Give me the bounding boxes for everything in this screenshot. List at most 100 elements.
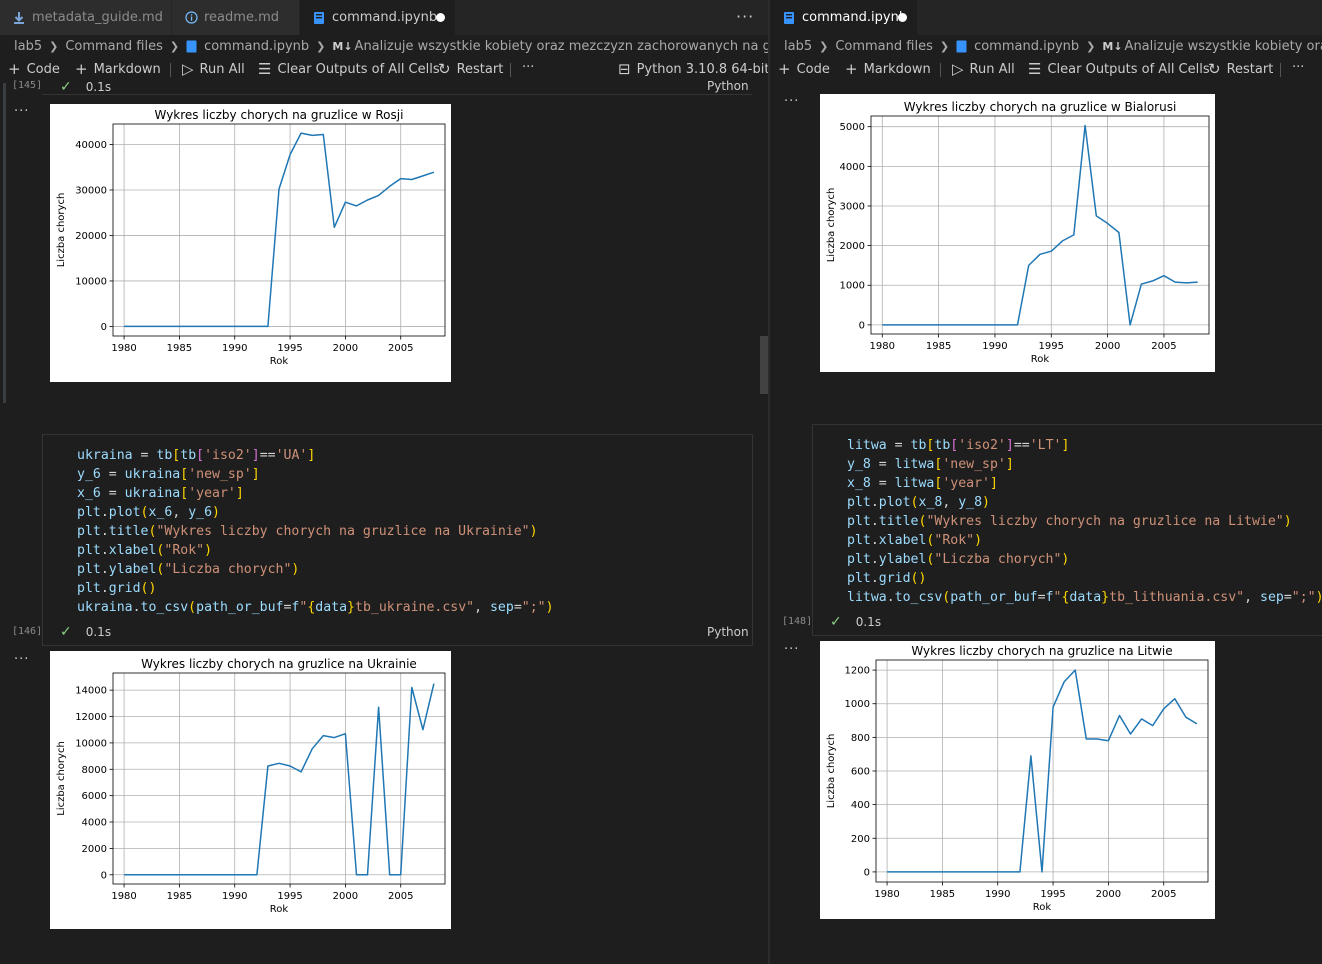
restart-button[interactable]: ↻ Restart: [438, 60, 503, 78]
y-tick-label: 10000: [75, 276, 107, 287]
breadcrumb-item[interactable]: command.ipynb: [974, 39, 1079, 54]
code-token: }: [1101, 590, 1110, 605]
tab-metadata-guide[interactable]: metadata_guide.md: [0, 0, 172, 35]
button-label: Code: [796, 61, 830, 77]
unsaved-dot-icon: [898, 13, 907, 22]
clear-outputs-button[interactable]: ☰ Clear Outputs of All Cells: [258, 60, 440, 78]
add-code-cell-button[interactable]: + Code: [778, 60, 830, 78]
y-tick-label: 3000: [840, 201, 865, 212]
y-tick-label: 14000: [75, 686, 107, 697]
y-tick-label: 1200: [845, 666, 870, 677]
code-token: to_csv: [140, 600, 189, 615]
tab-command-notebook[interactable]: command.ipynb: [770, 0, 918, 35]
add-code-cell-button[interactable]: + Code: [8, 60, 60, 78]
code-line: litwa = tb[tb['iso2']=='LT']: [847, 436, 1322, 455]
code-token: =: [132, 448, 157, 463]
code-token: plt: [847, 571, 871, 586]
code-token: x_6: [77, 486, 101, 501]
code-token: y_6: [77, 467, 101, 482]
plot-belarus: 1980 1985 1990 1995 2000 2005 0 1000 2000 3000 400…: [820, 94, 1215, 372]
plot-russia: 1980 1985 1990 1995 2000 2005 0 10000 20000 30000…: [50, 104, 451, 382]
chevron-right-icon: ❯: [939, 39, 950, 53]
tab-readme[interactable]: readme.md: [172, 0, 300, 35]
code-token: x_8: [847, 476, 871, 491]
editor-actions-more-icon[interactable]: ···: [736, 7, 754, 26]
breadcrumb-item[interactable]: Analizuje wszystkie kobiety oraz mezczyz…: [1125, 39, 1322, 54]
vertical-scrollbar-thumb[interactable]: [760, 336, 768, 394]
plus-icon: +: [845, 60, 858, 78]
code-token: 'new_sp': [942, 457, 1006, 472]
output-more-icon[interactable]: ···: [784, 94, 799, 109]
tab-command-notebook[interactable]: command.ipynb: [300, 0, 456, 35]
run-all-button[interactable]: ▷ Run All: [952, 60, 1015, 78]
code-token: =: [1283, 590, 1292, 605]
y-tick-label: 0: [101, 322, 107, 333]
execution-count: [146]: [12, 626, 43, 637]
code-token: .: [132, 600, 141, 615]
clear-outputs-button[interactable]: ☰ Clear Outputs of All Cells: [1028, 60, 1210, 78]
code-token: "Rok": [934, 533, 975, 548]
toolbar-more-button[interactable]: ···: [522, 60, 534, 75]
cell-language[interactable]: Python: [707, 625, 749, 639]
code-token: xlabel: [878, 533, 927, 548]
code-line: plt.grid(): [77, 579, 554, 598]
button-label: Run All: [969, 61, 1015, 77]
x-axis-label: Rok: [1033, 902, 1052, 913]
tab-label: command.ipynb: [802, 10, 908, 25]
code-token: x_6: [148, 505, 173, 520]
code-token: .: [870, 514, 879, 529]
add-markdown-cell-button[interactable]: + Markdown: [845, 60, 931, 78]
breadcrumb-item[interactable]: lab5: [14, 39, 42, 54]
code-token: litwa: [847, 590, 887, 605]
code-token: grid: [108, 581, 141, 596]
tab-label: command.ipynb: [332, 10, 438, 25]
y-tick-label: 0: [101, 870, 107, 881]
toolbar-more-button[interactable]: ···: [1292, 60, 1304, 75]
code-token: =: [100, 486, 125, 501]
kernel-picker[interactable]: ⊟ Python 3.10.8 64-bit: [618, 60, 768, 78]
code-token: 'iso2': [958, 438, 1006, 453]
cell-language[interactable]: Python: [707, 79, 749, 93]
restart-button[interactable]: ↻ Restart: [1208, 60, 1273, 78]
code-editor-ukraina[interactable]: ukraina = tb[tb['iso2']=='UA'] y_6 = ukra…: [77, 446, 554, 617]
code-token: x_8: [918, 495, 943, 510]
code-token: y_6: [188, 505, 213, 520]
info-icon: [184, 11, 198, 25]
run-all-icon: ▷: [182, 60, 194, 78]
code-line: plt.plot(x_8, y_8): [847, 493, 1322, 512]
kernel-label: Python 3.10.8 64-bit: [636, 61, 768, 77]
output-more-icon[interactable]: ···: [14, 104, 29, 119]
code-token: ==: [1013, 438, 1030, 453]
x-axis-label: Rok: [1031, 354, 1050, 365]
add-markdown-cell-button[interactable]: + Markdown: [75, 60, 161, 78]
code-token: plt: [847, 514, 871, 529]
y-tick-label: 30000: [75, 185, 107, 196]
run-all-button[interactable]: ▷ Run All: [182, 60, 245, 78]
markdown-icon: M↓: [1102, 39, 1123, 53]
x-tick-label: 1995: [1039, 341, 1064, 352]
breadcrumb-item[interactable]: Analizuje wszystkie kobiety oraz mezczyz…: [355, 39, 768, 54]
output-more-icon[interactable]: ···: [784, 642, 799, 657]
chart-title: Wykres liczby chorych na gruzlice w Bial…: [904, 100, 1177, 114]
output-more-icon[interactable]: ···: [14, 652, 29, 667]
notebook-toolbar: + Code + Markdown ▷ Run All ☰ Clear Outputs …: [0, 57, 768, 83]
breadcrumb-item[interactable]: lab5: [784, 39, 812, 54]
code-token: ]: [1005, 457, 1014, 472]
button-label: Clear Outputs of All Cells: [277, 61, 440, 77]
x-tick-label: 2005: [388, 343, 413, 354]
breadcrumb-item[interactable]: Command files: [65, 39, 163, 54]
button-label: Markdown: [93, 61, 161, 77]
x-tick-label: 1990: [985, 889, 1010, 900]
code-editor-litwa[interactable]: litwa = tb[tb['iso2']=='LT'] y_8 = litwa[…: [847, 436, 1322, 607]
code-token: =: [100, 467, 125, 482]
code-token: ]: [251, 448, 260, 463]
breadcrumb-item[interactable]: Command files: [835, 39, 933, 54]
plot-frame: [112, 123, 446, 337]
breadcrumb-item[interactable]: command.ipynb: [204, 39, 309, 54]
code-token: ): [545, 600, 554, 615]
kernel-icon: ⊟: [618, 60, 631, 78]
y-tick-label: 0: [864, 867, 870, 878]
x-tick-label: 2005: [1151, 341, 1176, 352]
button-label: Markdown: [863, 61, 931, 77]
plus-icon: +: [778, 60, 791, 78]
